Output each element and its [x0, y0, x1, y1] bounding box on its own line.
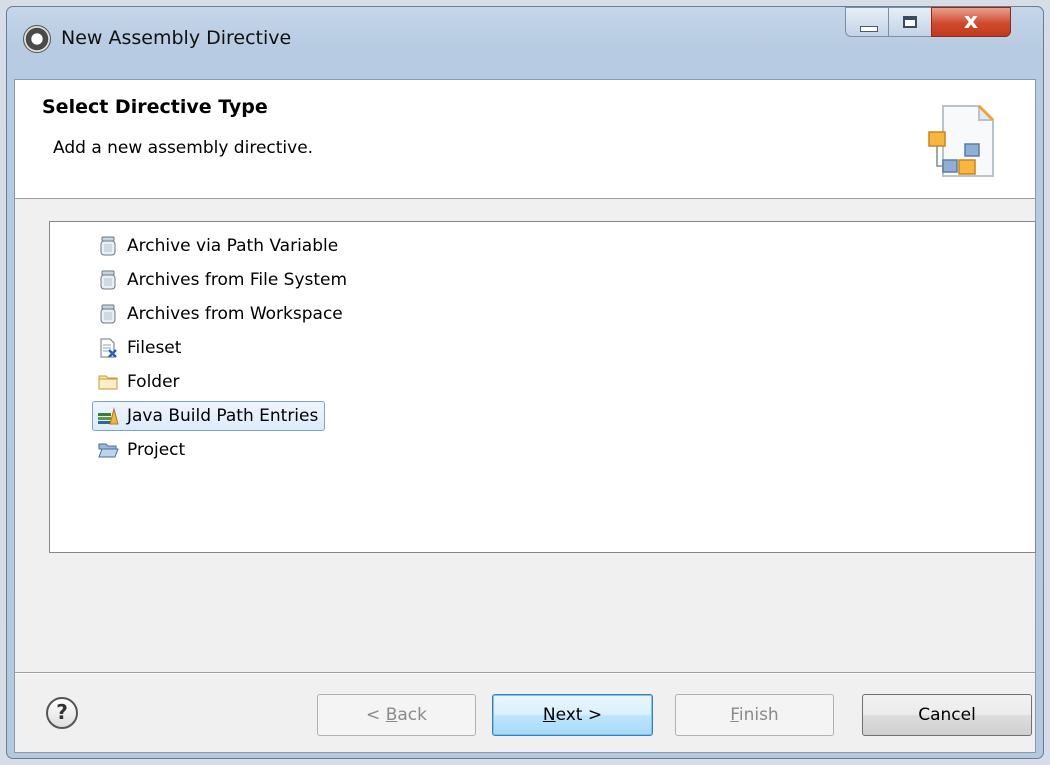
list-item-label: Project: [127, 440, 186, 460]
list-item-archives-from-file-system[interactable]: Archives from File System: [92, 265, 354, 295]
title-bar[interactable]: New Assembly Directive x: [7, 7, 1043, 79]
list-item-label: Archives from Workspace: [127, 304, 343, 324]
list-item-archive-via-path-variable[interactable]: Archive via Path Variable: [92, 231, 345, 261]
back-button[interactable]: < Back: [317, 694, 476, 736]
list-item-label: Folder: [127, 372, 180, 392]
cancel-button[interactable]: Cancel: [862, 694, 1032, 736]
button-bar-separator: [15, 672, 1035, 674]
window-title: New Assembly Directive: [61, 27, 292, 49]
back-mnemonic: B: [385, 705, 398, 725]
help-button[interactable]: ?: [46, 697, 78, 729]
page-description: Add a new assembly directive.: [53, 138, 314, 158]
list-item-project[interactable]: Project: [92, 435, 192, 465]
jar-icon: [100, 270, 116, 290]
list-item-fileset[interactable]: Fileset: [92, 333, 188, 363]
page-title: Select Directive Type: [42, 96, 268, 118]
jar-icon: [100, 304, 116, 324]
library-icon: [98, 407, 119, 425]
wizard-window: New Assembly Directive x Select Directiv…: [6, 6, 1044, 759]
maximize-icon: [903, 16, 917, 28]
list-item-label: Fileset: [127, 338, 182, 358]
fileset-icon: [100, 338, 117, 358]
back-prefix: <: [366, 705, 386, 725]
next-label-rest: ext >: [555, 705, 603, 725]
minimize-icon: [860, 26, 878, 32]
finish-mnemonic: F: [730, 705, 739, 725]
jar-icon: [100, 236, 116, 256]
list-item-label: Archives from File System: [127, 270, 348, 290]
list-item-archives-from-workspace[interactable]: Archives from Workspace: [92, 299, 350, 329]
maximize-button[interactable]: [888, 7, 932, 37]
minimize-button[interactable]: [845, 7, 889, 37]
next-button[interactable]: Next >: [492, 694, 653, 736]
folder-icon: [98, 375, 118, 390]
list-item-folder[interactable]: Folder: [92, 367, 187, 397]
wizard-client-area: Select Directive Type Add a new assembly…: [14, 79, 1036, 753]
next-mnemonic: N: [542, 705, 556, 725]
back-label-rest: ack: [397, 705, 427, 725]
finish-button[interactable]: Finish: [675, 694, 834, 736]
close-button[interactable]: x: [931, 7, 1011, 37]
open-folder-icon: [98, 443, 119, 458]
eclipse-icon: [23, 25, 51, 53]
list-item-label: Archive via Path Variable: [127, 236, 339, 256]
close-icon: x: [963, 9, 979, 34]
directive-type-list[interactable]: Archive via Path Variable Archives from …: [49, 221, 1036, 553]
list-item-java-build-path-entries[interactable]: Java Build Path Entries: [92, 401, 326, 431]
list-item-label: Java Build Path Entries: [127, 406, 319, 426]
finish-label-rest: inish: [738, 705, 779, 725]
help-icon: ?: [56, 700, 68, 724]
wizard-banner-icon: [928, 104, 995, 177]
wizard-header: Select Directive Type Add a new assembly…: [15, 80, 1035, 199]
